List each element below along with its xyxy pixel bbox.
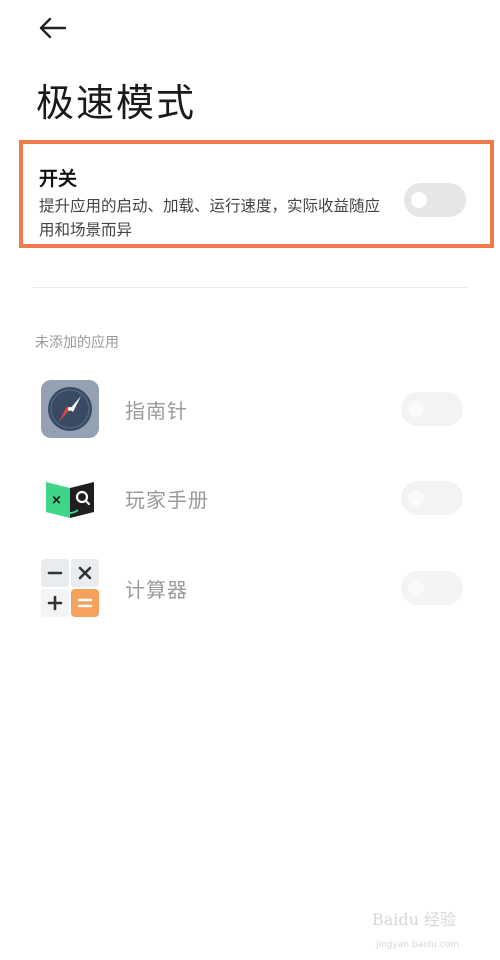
- app-row-player-handbook: × 玩家手册: [0, 462, 500, 532]
- watermark: Baidu 经验 jingyan.baidu.com: [372, 906, 492, 952]
- back-button[interactable]: [30, 8, 74, 48]
- app-name: 玩家手册: [125, 488, 209, 512]
- svg-text:×: ×: [51, 493, 62, 508]
- player-handbook-icon: ×: [46, 482, 94, 518]
- compass-icon: [41, 380, 99, 438]
- app-row-calculator: 计算器: [0, 552, 500, 622]
- toggle-knob: [408, 401, 424, 417]
- watermark-text: Baidu 经验: [372, 910, 457, 929]
- master-switch-description: 提升应用的启动、加载、运行速度，实际收益随应用和场景而异: [39, 197, 381, 239]
- app-toggle-calculator[interactable]: [401, 571, 463, 605]
- calculator-icon: [41, 559, 99, 617]
- app-toggle-compass[interactable]: [401, 392, 463, 426]
- master-switch-title: 开关: [39, 168, 78, 190]
- toggle-knob: [408, 580, 424, 596]
- app-toggle-player-handbook[interactable]: [401, 481, 463, 515]
- divider: [33, 287, 468, 288]
- app-name: 指南针: [125, 399, 188, 423]
- watermark-url: jingyan.baidu.com: [376, 940, 460, 950]
- app-row-compass: 指南针: [0, 373, 500, 443]
- master-switch-row: 开关 提升应用的启动、加载、运行速度，实际收益随应用和场景而异: [19, 140, 494, 248]
- master-switch-toggle[interactable]: [404, 183, 466, 217]
- toggle-knob: [411, 192, 427, 208]
- page-title: 极速模式: [36, 81, 197, 125]
- app-name: 计算器: [125, 578, 188, 602]
- section-header-unadded-apps: 未添加的应用: [35, 335, 119, 351]
- arrow-left-icon: [39, 17, 67, 39]
- toggle-knob: [408, 490, 424, 506]
